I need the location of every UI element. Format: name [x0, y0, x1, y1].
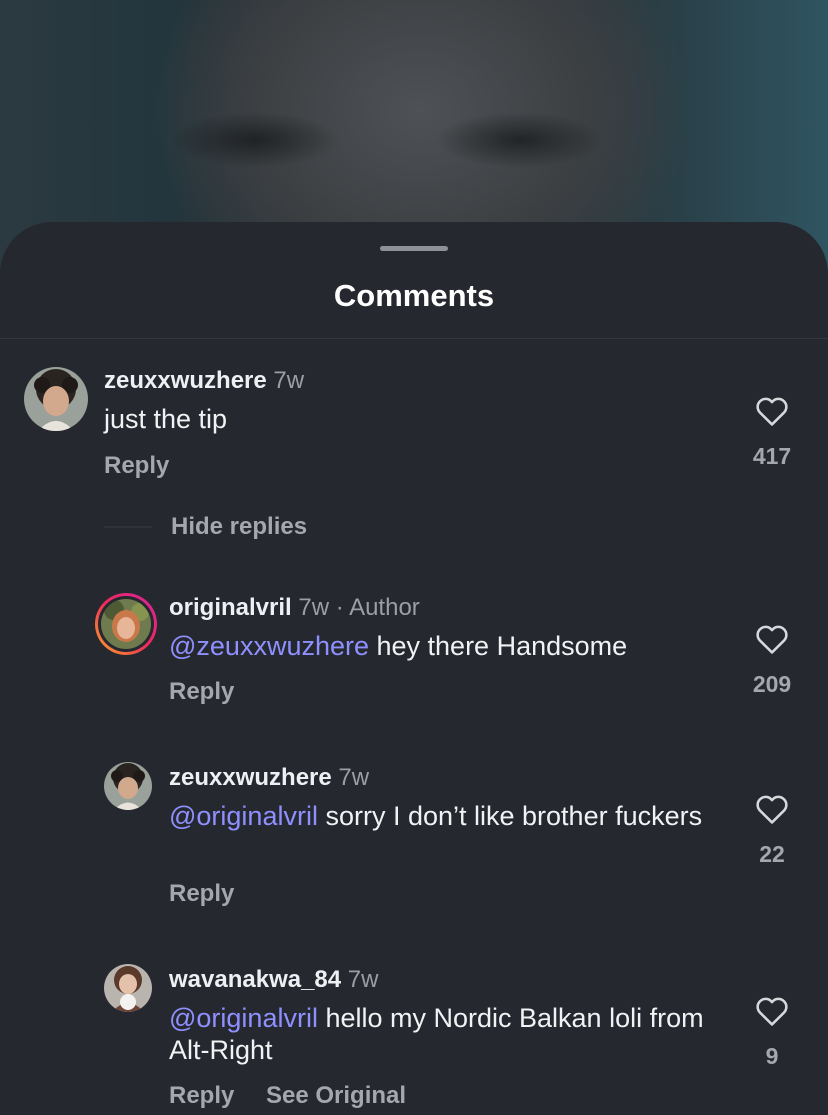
- like-button[interactable]: 209: [742, 623, 802, 697]
- username[interactable]: wavanakwa_84: [169, 966, 341, 993]
- heart-outline-icon: [756, 625, 788, 654]
- heart-outline-icon: [756, 795, 788, 824]
- comment-meta: zeuxxwuzhere 7w: [104, 367, 304, 395]
- reply-button[interactable]: Reply: [169, 1082, 234, 1110]
- reply-button[interactable]: Reply: [169, 880, 234, 908]
- reply-meta: wavanakwa_84 7w: [169, 966, 378, 994]
- reply-meta: zeuxxwuzhere 7w: [169, 764, 369, 792]
- reply-meta: originalvril 7w · Author: [169, 594, 420, 622]
- timestamp: 7w: [338, 764, 370, 791]
- like-button[interactable]: 22: [742, 793, 802, 867]
- avatar-with-story-ring[interactable]: [94, 592, 158, 656]
- thread-line: [104, 526, 152, 528]
- like-count: 417: [752, 443, 792, 469]
- see-original-button[interactable]: See Original: [266, 1082, 406, 1110]
- author-tag: · Author: [335, 594, 420, 621]
- like-button[interactable]: 9: [742, 995, 802, 1069]
- avatar[interactable]: [104, 964, 152, 1012]
- like-button[interactable]: 417: [742, 395, 802, 469]
- reply-text: @originalvril sorry I don’t like brother…: [169, 800, 709, 832]
- comment-text: just the tip: [104, 404, 228, 434]
- reply-button[interactable]: Reply: [104, 452, 169, 480]
- username[interactable]: zeuxxwuzhere: [104, 367, 267, 394]
- username[interactable]: zeuxxwuzhere: [169, 764, 332, 791]
- reply-body: hey there Handsome: [369, 631, 628, 661]
- username[interactable]: originalvril: [169, 594, 292, 621]
- heart-outline-icon: [756, 997, 788, 1026]
- mention-link[interactable]: @originalvril: [169, 801, 318, 831]
- reply-body: sorry I don’t like brother fuckers: [317, 801, 703, 831]
- header-divider: [0, 338, 828, 339]
- reply-text: @zeuxxwuzhere hey there Handsome: [169, 630, 709, 662]
- like-count: 9: [765, 1043, 779, 1069]
- like-count: 209: [752, 671, 792, 697]
- avatar[interactable]: [24, 367, 88, 431]
- like-count: 22: [759, 841, 785, 867]
- mention-link[interactable]: @originalvril: [169, 1003, 318, 1033]
- reply-text: @originalvril hello my Nordic Balkan lol…: [169, 1002, 709, 1066]
- timestamp: 7w: [347, 966, 379, 993]
- avatar[interactable]: [104, 762, 152, 810]
- sheet-grabber-handle[interactable]: [380, 246, 448, 251]
- heart-outline-icon: [756, 397, 788, 426]
- mention-link[interactable]: @zeuxxwuzhere: [169, 631, 369, 661]
- sheet-title: Comments: [333, 278, 495, 313]
- timestamp: 7w: [298, 594, 330, 621]
- reply-button[interactable]: Reply: [169, 678, 234, 706]
- timestamp: 7w: [273, 367, 305, 394]
- hide-replies-label: Hide replies: [171, 513, 308, 540]
